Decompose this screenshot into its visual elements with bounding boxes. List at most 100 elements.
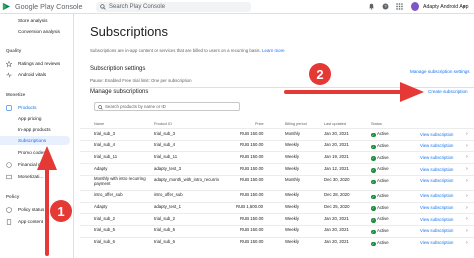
cell-last-updated: Jan 12, 2021 [324, 165, 349, 171]
table-row[interactable]: Adapty adapty_test_1 RUB 1,500.00 Weekly… [80, 201, 474, 214]
sidebar-item-label: App pricing [18, 115, 42, 121]
chevron-right-icon[interactable]: › [466, 216, 468, 222]
sidebar-item-monetization[interactable]: Monetizati... [0, 173, 74, 180]
check-icon: ✓ [371, 194, 376, 200]
chevron-right-icon[interactable]: › [466, 166, 468, 172]
column-header-product-id[interactable]: Product ID [154, 122, 172, 126]
check-icon: ✓ [371, 218, 376, 223]
cell-price: RUB 150.00 [240, 192, 264, 198]
cell-billing-period: Monthly [285, 177, 301, 183]
chevron-right-icon[interactable]: › [466, 154, 468, 160]
sidebar-item-android-vitals[interactable]: Android vitals [0, 71, 74, 78]
column-header-name[interactable]: Name [94, 122, 104, 126]
cell-name: trial_sub_11 [94, 153, 118, 159]
cell-last-updated: Dec 30, 2020 [324, 177, 350, 183]
apps-grid-icon[interactable] [396, 3, 403, 10]
chevron-right-icon[interactable]: › [466, 193, 468, 199]
sidebar-item-label: Policy status [18, 206, 45, 212]
table-row[interactable]: trial_sub_2 trial_sub_2 RUB 150.00 Weekl… [80, 213, 474, 225]
cell-product-id: trial_sub_3 [154, 130, 176, 136]
chevron-right-icon[interactable]: › [466, 228, 468, 234]
sidebar-item-financial-reports[interactable]: Financial rep... [0, 161, 74, 168]
learn-more-link[interactable]: Learn more [262, 48, 284, 53]
sidebar-item-label: Monetizati... [18, 173, 44, 179]
cell-billing-period: Weekly [285, 239, 300, 245]
view-subscription-link[interactable]: View subscription [420, 155, 453, 160]
table-row[interactable]: trial_sub_11 trial_sub_11 RUB 150.00 Wee… [80, 151, 474, 163]
sidebar-item-label: Store analysis [18, 17, 48, 23]
status-text: Active [377, 177, 389, 183]
chevron-right-icon[interactable]: › [466, 143, 468, 149]
sidebar-item-app-pricing[interactable]: App pricing [0, 115, 74, 122]
account-name[interactable]: Adapty Android App [423, 4, 469, 10]
sidebar-item-promo-codes[interactable]: Promo codes [0, 149, 74, 156]
cell-name: trial_sub_3 [94, 130, 116, 136]
status-badge: ✓ Active [371, 166, 389, 173]
page-title: Subscriptions [90, 24, 169, 39]
view-subscription-link[interactable]: View subscription [420, 193, 453, 198]
chevron-right-icon[interactable]: › [466, 205, 468, 211]
subscription-settings-title: Subscription settings [90, 66, 146, 72]
search-icon [98, 104, 103, 110]
column-header-last-updated[interactable]: Last updated [324, 122, 346, 126]
cell-last-updated: Dec 25, 2020 [324, 204, 350, 210]
app-avatar[interactable] [411, 2, 419, 11]
check-icon: ✓ [371, 229, 376, 235]
description-text: Subscriptions are in-app content or serv… [90, 48, 261, 53]
sidebar-item-label: Financial rep... [18, 161, 49, 167]
view-subscription-link[interactable]: View subscription [420, 217, 453, 222]
sidebar-item-label: Ratings and reviews [18, 60, 61, 66]
manage-subscription-settings-link[interactable]: Manage subscription settings [410, 69, 470, 74]
chevron-right-icon[interactable]: › [466, 240, 468, 246]
sidebar-item-policy-status[interactable]: Policy status [0, 206, 74, 213]
view-subscription-link[interactable]: View subscription [420, 178, 453, 183]
status-badge: ✓ Active [371, 205, 389, 211]
sidebar-item-ratings[interactable]: Ratings and reviews [0, 60, 74, 67]
global-search-input[interactable]: Search Play Console [96, 2, 251, 12]
sidebar-item-app-content[interactable]: App content [0, 218, 74, 225]
view-subscription-link[interactable]: View subscription [420, 240, 453, 245]
view-subscription-link[interactable]: View subscription [420, 228, 453, 233]
cell-product-id: adapty_test_1 [154, 204, 181, 210]
sidebar-item-store-analysis[interactable]: Store analysis [0, 17, 74, 24]
status-text: Active [377, 131, 389, 137]
table-row[interactable]: intro_offer_sub intro_offer_sub RUB 150.… [80, 189, 474, 202]
table-row[interactable]: trial_sub_6 trial_sub_6 RUB 150.00 Weekl… [80, 236, 474, 249]
cell-product-id: trial_sub_2 [154, 215, 176, 221]
view-subscription-link[interactable]: View subscription [420, 143, 453, 148]
chevron-right-icon[interactable]: › [466, 178, 468, 184]
sidebar-item-conversion-analysis[interactable]: Conversion analysis [0, 28, 74, 35]
check-icon: ✓ [371, 179, 376, 185]
cell-last-updated: Jan 20, 2021 [324, 130, 349, 136]
sidebar-item-subscriptions[interactable]: Subscriptions [0, 136, 70, 145]
table-row[interactable]: trial_sub_5 trial_sub_5 RUB 150.00 Weekl… [80, 224, 474, 237]
cell-product-id: trial_sub_11 [154, 153, 178, 159]
column-header-billing-period[interactable]: Billing period [285, 122, 307, 126]
cell-name: trial_sub_4 [94, 142, 116, 148]
chevron-down-icon[interactable]: ▾ [463, 4, 466, 10]
table-row[interactable]: Monthly with intro recurring payment ada… [80, 174, 474, 190]
sidebar-heading-policy: Policy [6, 194, 20, 199]
table-search-input[interactable]: Search products by name or ID [94, 102, 240, 111]
status-badge: ✓ Active [371, 143, 389, 150]
help-icon[interactable]: ? [382, 3, 389, 10]
sidebar-item-products[interactable]: Products [0, 104, 74, 111]
table-row[interactable]: trial_sub_3 trial_sub_3 RUB 150.00 Month… [80, 128, 474, 140]
create-subscription-link[interactable]: Create subscription [428, 89, 468, 94]
sidebar-item-in-app-products[interactable]: In-app products [0, 126, 74, 133]
status-badge: ✓ Active [371, 155, 389, 161]
view-subscription-link[interactable]: View subscription [420, 167, 453, 172]
notifications-icon[interactable] [368, 3, 375, 10]
search-placeholder: Search Play Console [109, 3, 166, 10]
column-header-status[interactable]: Status [371, 122, 382, 126]
view-subscription-link[interactable]: View subscription [420, 132, 453, 137]
cell-price: RUB 150.00 [240, 215, 264, 221]
view-subscription-link[interactable]: View subscription [420, 205, 453, 210]
table-row[interactable]: Adapty adapty_test_3 RUB 150.00 Weekly J… [80, 163, 474, 175]
cell-product-id: intro_offer_sub [154, 192, 183, 198]
chevron-right-icon[interactable]: › [466, 131, 468, 137]
table-row[interactable]: trial_sub_4 trial_sub_4 RUB 150.00 Weekl… [80, 139, 474, 152]
column-header-price[interactable]: Price [255, 122, 264, 126]
check-icon: ✓ [371, 168, 376, 173]
play-console-logo-icon[interactable] [2, 2, 11, 11]
